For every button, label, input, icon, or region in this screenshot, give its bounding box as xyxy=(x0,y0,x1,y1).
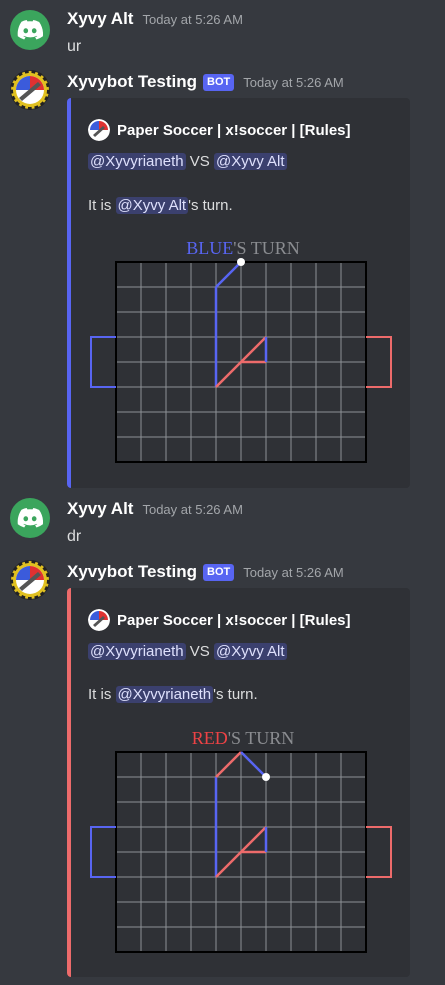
avatar[interactable] xyxy=(10,560,50,600)
embed-author: Paper Soccer | x!soccer | [Rules] xyxy=(88,609,351,631)
mention[interactable]: @Xyvyrianeth xyxy=(88,643,186,660)
bot-tag: BOT xyxy=(203,73,235,91)
embed-turn-text: It is @Xyvyrianeth's turn. xyxy=(88,686,258,703)
mention[interactable]: @Xyvy Alt xyxy=(115,197,189,214)
mention[interactable]: @Xyvyrianeth xyxy=(115,686,214,703)
svg-text:BLUE'S TURN: BLUE'S TURN xyxy=(186,238,299,258)
embed: Paper Soccer | x!soccer | [Rules] @Xyvyr… xyxy=(67,98,410,488)
embed-players: @Xyvyrianeth VS @Xyvy Alt xyxy=(88,643,287,660)
message-header: Xyvy Alt Today at 5:26 AM xyxy=(67,499,243,519)
message-header: Xyvy Alt Today at 5:26 AM xyxy=(67,9,243,29)
ball xyxy=(262,773,270,781)
embed-author-name[interactable]: Paper Soccer | x!soccer | [Rules] xyxy=(117,122,351,139)
ball xyxy=(237,258,245,266)
vs-text: VS xyxy=(189,643,210,660)
embed-author-name[interactable]: Paper Soccer | x!soccer | [Rules] xyxy=(117,612,351,629)
message-content: ur xyxy=(67,38,82,55)
username[interactable]: Xyvybot Testing xyxy=(67,72,197,92)
username[interactable]: Xyvybot Testing xyxy=(67,562,197,582)
turn-suffix: 's turn. xyxy=(188,197,233,214)
red-goal xyxy=(366,826,392,878)
board-turn-color: BLUE xyxy=(186,238,233,258)
bot-avatar-icon xyxy=(10,560,50,600)
paper-soccer-board-image[interactable]: BLUE'S TURN xyxy=(88,232,398,472)
board-turn-color: RED xyxy=(192,728,228,748)
timestamp[interactable]: Today at 5:26 AM xyxy=(142,502,242,517)
avatar[interactable] xyxy=(10,70,50,110)
turn-prefix: It is xyxy=(88,686,116,703)
discord-logo-icon xyxy=(17,508,43,528)
blue-goal xyxy=(90,826,116,878)
embed-author: Paper Soccer | x!soccer | [Rules] xyxy=(88,119,351,141)
mention[interactable]: @Xyvyrianeth xyxy=(88,153,186,170)
vs-text: VS xyxy=(189,153,210,170)
board-turn-label: 'S TURN xyxy=(233,238,299,258)
turn-suffix: 's turn. xyxy=(213,686,258,703)
paper-soccer-board-image[interactable]: RED'S TURN xyxy=(88,722,398,962)
message-header: Xyvybot Testing BOT Today at 5:26 AM xyxy=(67,72,344,92)
avatar[interactable] xyxy=(10,10,50,50)
timestamp[interactable]: Today at 5:26 AM xyxy=(142,12,242,27)
embed-accent-bar xyxy=(67,98,71,488)
embed: Paper Soccer | x!soccer | [Rules] @Xyvyr… xyxy=(67,588,410,977)
bot-author-icon xyxy=(88,609,110,631)
red-goal xyxy=(366,336,392,388)
blue-goal xyxy=(90,336,116,388)
discord-logo-icon xyxy=(17,20,43,40)
embed-turn-text: It is @Xyvy Alt's turn. xyxy=(88,197,233,214)
embed-accent-bar xyxy=(67,588,71,977)
username[interactable]: Xyvy Alt xyxy=(67,499,133,519)
board-turn-label: 'S TURN xyxy=(228,728,294,748)
avatar[interactable] xyxy=(10,498,50,538)
bot-author-icon xyxy=(88,119,110,141)
bot-tag: BOT xyxy=(203,563,235,581)
message-content: dr xyxy=(67,528,82,545)
embed-players: @Xyvyrianeth VS @Xyvy Alt xyxy=(88,153,287,170)
mention[interactable]: @Xyvy Alt xyxy=(213,643,287,660)
timestamp[interactable]: Today at 5:26 AM xyxy=(243,565,343,580)
message-header: Xyvybot Testing BOT Today at 5:26 AM xyxy=(67,562,344,582)
svg-text:RED'S TURN: RED'S TURN xyxy=(192,728,294,748)
turn-prefix: It is xyxy=(88,197,116,214)
username[interactable]: Xyvy Alt xyxy=(67,9,133,29)
bot-avatar-icon xyxy=(10,70,50,110)
mention[interactable]: @Xyvy Alt xyxy=(213,153,287,170)
timestamp[interactable]: Today at 5:26 AM xyxy=(243,75,343,90)
